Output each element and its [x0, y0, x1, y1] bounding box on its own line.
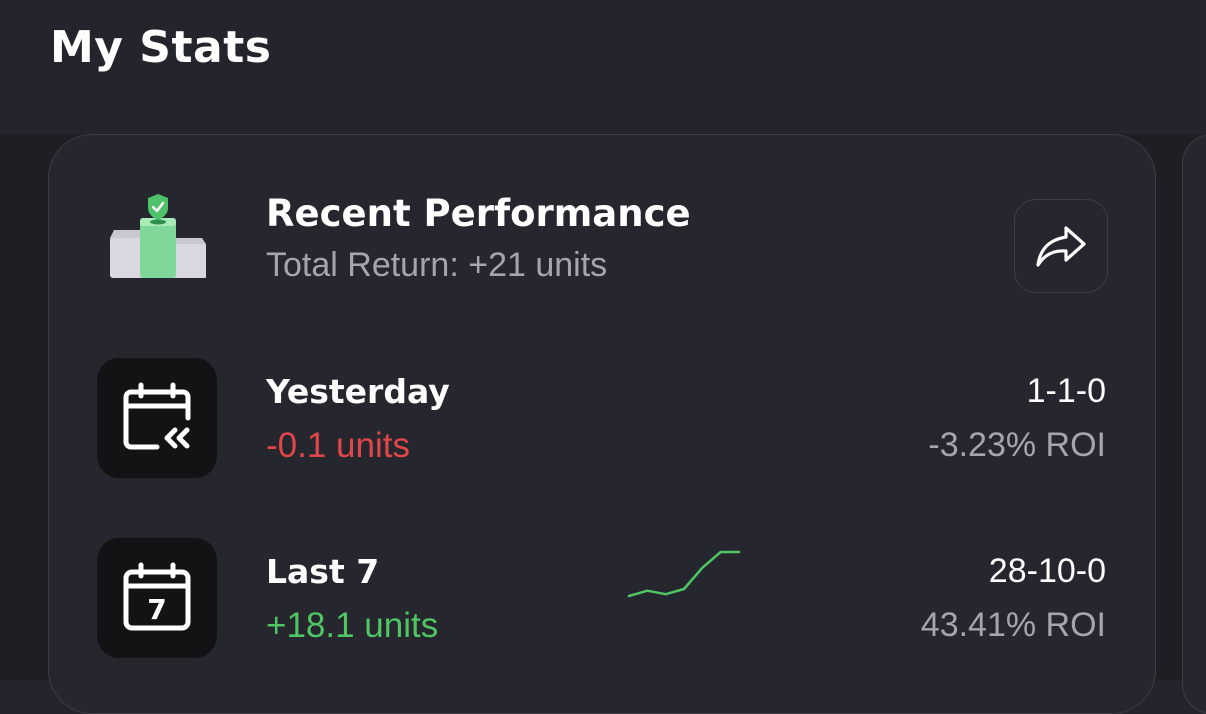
row-record-last7: 28-10-0	[988, 552, 1106, 590]
row-units-yesterday: -0.1 units	[266, 426, 410, 465]
calendar-day-number: 7	[147, 593, 166, 626]
yesterday-icon-tile	[97, 358, 217, 478]
trend-line	[627, 550, 741, 598]
page-title: My Stats	[50, 22, 272, 73]
next-card-peek[interactable]	[1182, 134, 1206, 714]
calendar-back-icon	[123, 382, 191, 450]
share-arrow-icon	[1036, 226, 1086, 267]
row-label-last7: Last 7	[266, 552, 380, 591]
card-title: Recent Performance	[266, 192, 691, 235]
share-button[interactable]	[1014, 199, 1108, 293]
row-record-yesterday: 1-1-0	[1026, 372, 1106, 410]
row-roi-last7: 43.41% ROI	[920, 606, 1106, 644]
row-roi-yesterday: -3.23% ROI	[928, 426, 1106, 464]
total-return: Total Return: +21 units	[266, 246, 608, 284]
podium-shield-icon	[110, 194, 206, 278]
row-units-last7: +18.1 units	[266, 606, 439, 645]
calendar-7-icon: 7	[123, 562, 191, 631]
trend-sparkline	[627, 550, 741, 598]
row-label-yesterday: Yesterday	[266, 372, 450, 411]
last7-icon-tile: 7	[97, 538, 217, 658]
